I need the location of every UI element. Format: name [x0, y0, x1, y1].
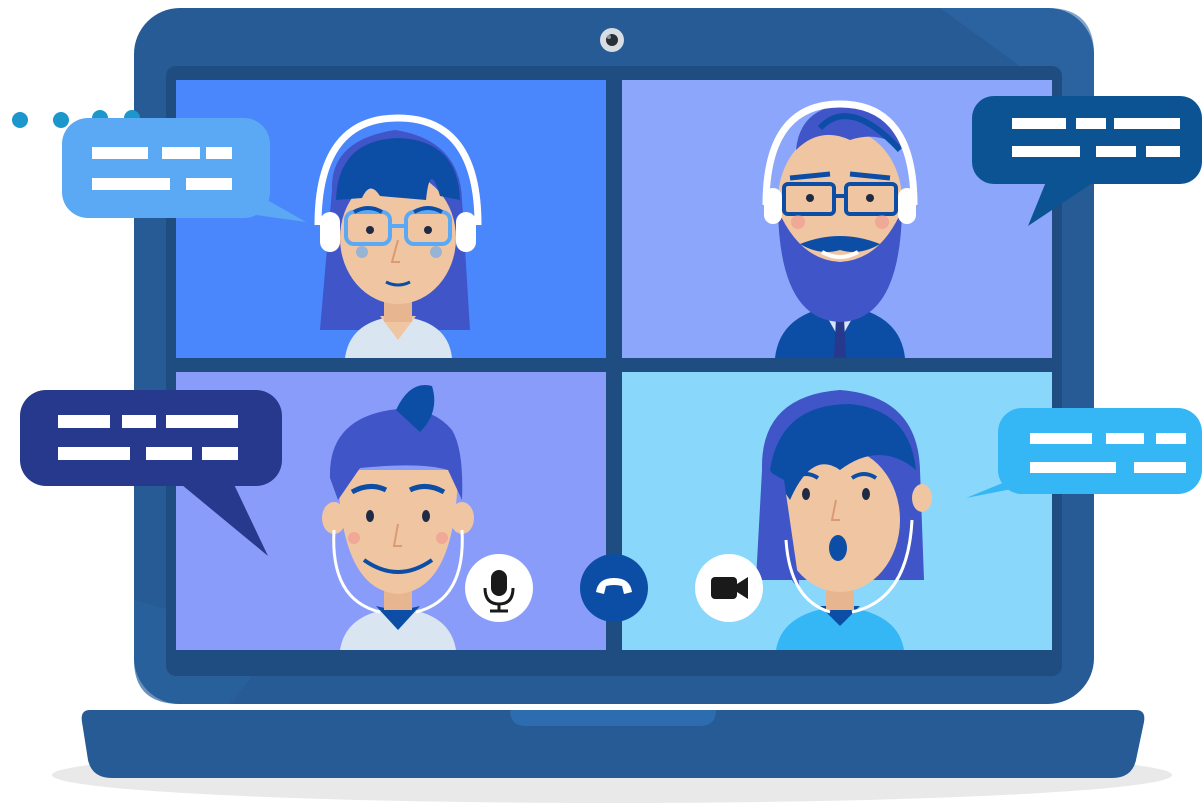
laptop-base — [81, 710, 1145, 778]
mute-button[interactable] — [465, 554, 533, 622]
video-conference-illustration — [12, 8, 1202, 803]
video-tile-bottom-right — [622, 372, 1052, 650]
camera-button[interactable] — [695, 554, 763, 622]
speech-bubble-sky — [966, 408, 1202, 498]
hang-up-button[interactable] — [580, 554, 648, 622]
